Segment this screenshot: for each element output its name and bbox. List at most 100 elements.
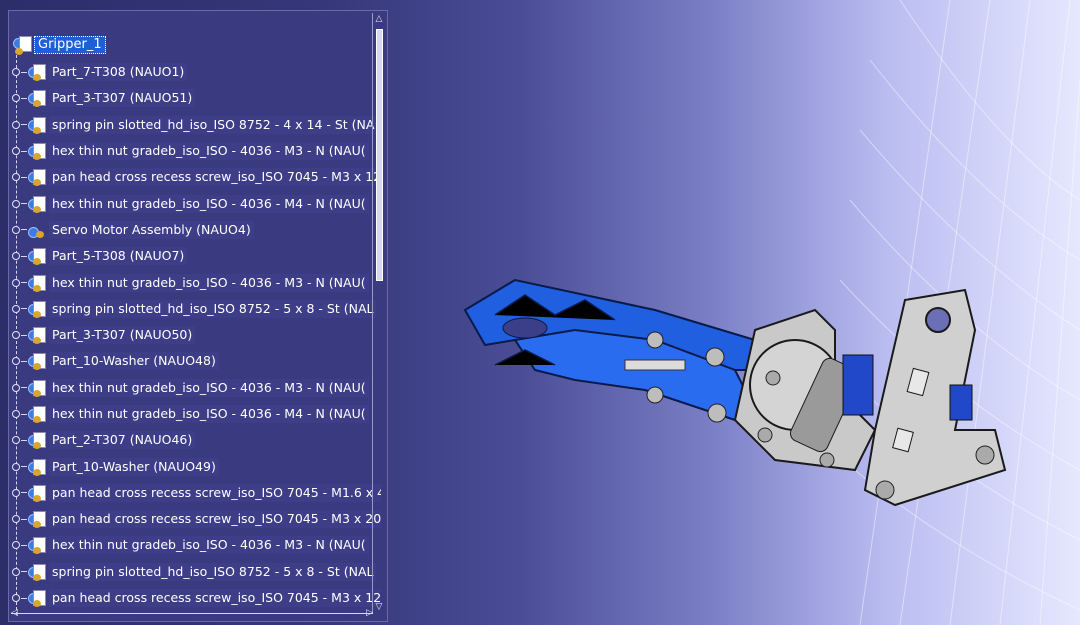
tree-item[interactable]: pan head cross recess screw_iso_ISO 7045… bbox=[11, 480, 381, 506]
part-icon bbox=[28, 352, 46, 371]
tree-item-label: pan head cross recess screw_iso_ISO 7045… bbox=[49, 168, 381, 187]
tree-item[interactable]: spring pin slotted_hd_iso_ISO 8752 - 4 x… bbox=[11, 112, 381, 138]
expand-node-icon[interactable] bbox=[12, 304, 20, 313]
tree-item[interactable]: spring pin slotted_hd_iso_ISO 8752 - 5 x… bbox=[11, 559, 381, 585]
tree-item-label: hex thin nut gradeb_iso_ISO - 4036 - M3 … bbox=[49, 273, 369, 292]
tree-item-label: pan head cross recess screw_iso_ISO 7045… bbox=[49, 510, 381, 529]
part-icon bbox=[28, 300, 46, 318]
assembly-icon bbox=[28, 221, 46, 239]
expand-node-icon[interactable] bbox=[12, 147, 20, 156]
expand-node-icon[interactable] bbox=[12, 383, 20, 392]
expand-node-icon[interactable] bbox=[12, 357, 20, 366]
part-icon bbox=[28, 195, 46, 213]
tree-item[interactable]: pan head cross recess screw_iso_ISO 7045… bbox=[11, 585, 381, 611]
part-icon bbox=[28, 458, 46, 476]
expand-node-icon[interactable] bbox=[12, 68, 20, 77]
part-icon bbox=[28, 142, 46, 161]
vertical-scrollbar[interactable]: △ ▽ bbox=[372, 13, 385, 613]
tree-item-label: hex thin nut gradeb_iso_ISO - 4036 - M3 … bbox=[49, 142, 369, 161]
expand-node-icon[interactable] bbox=[12, 225, 20, 234]
tree-item-label: Part_3-T307 (NAUO50) bbox=[49, 326, 196, 345]
part-icon bbox=[28, 379, 46, 397]
part-icon bbox=[28, 274, 46, 292]
part-icon bbox=[28, 63, 46, 82]
tree-item[interactable]: pan head cross recess screw_iso_ISO 7045… bbox=[11, 164, 381, 190]
tree-item[interactable]: hex thin nut gradeb_iso_ISO - 4036 - M4 … bbox=[11, 401, 381, 427]
part-icon bbox=[28, 563, 46, 581]
expand-node-icon[interactable] bbox=[12, 488, 20, 497]
part-icon bbox=[28, 116, 46, 134]
scroll-left-icon[interactable]: ◁ bbox=[11, 608, 18, 618]
gripper-jaw bbox=[463, 278, 757, 423]
expand-node-icon[interactable] bbox=[12, 94, 20, 103]
expand-node-icon[interactable] bbox=[12, 515, 20, 524]
tree-item-label: Part_3-T307 (NAUO51) bbox=[49, 89, 196, 108]
tree-item-label: Part_7-T308 (NAUO1) bbox=[49, 63, 188, 82]
tree-root-label[interactable]: Gripper_1 bbox=[34, 36, 106, 54]
tree-item-label: Part_5-T308 (NAUO7) bbox=[49, 247, 188, 266]
tree-root-node[interactable]: Gripper_1 bbox=[13, 35, 106, 55]
tree-item[interactable]: hex thin nut gradeb_iso_ISO - 4036 - M4 … bbox=[11, 190, 381, 216]
expand-node-icon[interactable] bbox=[12, 278, 20, 287]
tree-item-label: spring pin slotted_hd_iso_ISO 8752 - 5 x… bbox=[49, 299, 377, 318]
tree-item-label: spring pin slotted_hd_iso_ISO 8752 - 5 x… bbox=[49, 562, 377, 581]
expand-node-icon[interactable] bbox=[12, 436, 20, 445]
tree-item[interactable]: Part_5-T308 (NAUO7) bbox=[11, 243, 381, 269]
part-icon bbox=[28, 510, 46, 529]
expand-node-icon[interactable] bbox=[12, 331, 20, 340]
part-icon bbox=[28, 431, 46, 450]
tree-item-label: hex thin nut gradeb_iso_ISO - 4036 - M4 … bbox=[49, 194, 369, 213]
tree-item-label: hex thin nut gradeb_iso_ISO - 4036 - M3 … bbox=[49, 378, 369, 397]
tree-item-label: Part_10-Washer (NAUO49) bbox=[49, 457, 219, 476]
tree-item-label: pan head cross recess screw_iso_ISO 7045… bbox=[49, 483, 381, 502]
tree-items: Part_7-T308 (NAUO1) Part_3-T307 (NAUO51)… bbox=[11, 59, 381, 611]
expand-node-icon[interactable] bbox=[12, 462, 20, 471]
scrollbar-thumb[interactable] bbox=[376, 29, 383, 281]
tree-item-label: Part_10-Washer (NAUO48) bbox=[49, 352, 219, 371]
tree-item-label: hex thin nut gradeb_iso_ISO - 4036 - M4 … bbox=[49, 405, 369, 423]
tree-item-label: hex thin nut gradeb_iso_ISO - 4036 - M3 … bbox=[49, 536, 369, 555]
expand-node-icon[interactable] bbox=[12, 120, 20, 129]
scroll-up-icon[interactable]: △ bbox=[374, 13, 384, 25]
expand-node-icon[interactable] bbox=[12, 173, 20, 182]
part-icon bbox=[28, 405, 46, 423]
tree-item[interactable]: hex thin nut gradeb_iso_ISO - 4036 - M3 … bbox=[11, 269, 381, 295]
part-icon bbox=[28, 168, 46, 187]
tree-item[interactable]: hex thin nut gradeb_iso_ISO - 4036 - M3 … bbox=[11, 375, 381, 401]
assembly-icon bbox=[13, 36, 32, 55]
specification-tree[interactable]: Gripper_1 Part_7-T308 (NAUO1) Part_3-T30… bbox=[8, 10, 388, 622]
tree-item[interactable]: hex thin nut gradeb_iso_ISO - 4036 - M3 … bbox=[11, 138, 381, 164]
expand-node-icon[interactable] bbox=[12, 252, 20, 261]
tree-item[interactable]: pan head cross recess screw_iso_ISO 7045… bbox=[11, 506, 381, 532]
tree-item[interactable]: Part_3-T307 (NAUO51) bbox=[11, 85, 381, 111]
part-icon bbox=[28, 484, 46, 502]
tree-item[interactable]: spring pin slotted_hd_iso_ISO 8752 - 5 x… bbox=[11, 296, 381, 322]
part-icon bbox=[28, 326, 46, 345]
scroll-right-icon[interactable]: ▷ bbox=[366, 608, 373, 618]
part-icon bbox=[28, 247, 46, 266]
tree-item[interactable]: Part_10-Washer (NAUO48) bbox=[11, 348, 381, 374]
part-icon bbox=[28, 89, 46, 108]
tree-item-label: Servo Motor Assembly (NAUO4) bbox=[49, 220, 254, 239]
horizontal-scrollbar[interactable]: ◁ ▷ bbox=[11, 608, 373, 620]
tree-item-label: Part_2-T307 (NAUO46) bbox=[49, 431, 196, 450]
part-icon bbox=[28, 589, 46, 608]
expand-node-icon[interactable] bbox=[12, 567, 20, 576]
tree-item[interactable]: Part_2-T307 (NAUO46) bbox=[11, 427, 381, 453]
tree-item-label: pan head cross recess screw_iso_ISO 7045… bbox=[49, 589, 381, 608]
tree-item[interactable]: Part_3-T307 (NAUO50) bbox=[11, 322, 381, 348]
part-icon bbox=[28, 536, 46, 555]
expand-node-icon[interactable] bbox=[12, 594, 20, 603]
tree-item[interactable]: Servo Motor Assembly (NAUO4) bbox=[11, 217, 381, 243]
tree-item[interactable]: Part_7-T308 (NAUO1) bbox=[11, 59, 381, 85]
scroll-down-icon[interactable]: ▽ bbox=[374, 601, 384, 613]
gripper-model[interactable] bbox=[455, 270, 1015, 515]
expand-node-icon[interactable] bbox=[12, 410, 20, 418]
expand-node-icon[interactable] bbox=[12, 199, 20, 208]
expand-node-icon[interactable] bbox=[12, 541, 20, 550]
tree-item[interactable]: hex thin nut gradeb_iso_ISO - 4036 - M3 … bbox=[11, 532, 381, 558]
tree-item-label: spring pin slotted_hd_iso_ISO 8752 - 4 x… bbox=[49, 115, 378, 134]
tree-item[interactable]: Part_10-Washer (NAUO49) bbox=[11, 453, 381, 479]
servo-bracket bbox=[733, 308, 877, 472]
mounting-plate bbox=[863, 288, 1007, 507]
